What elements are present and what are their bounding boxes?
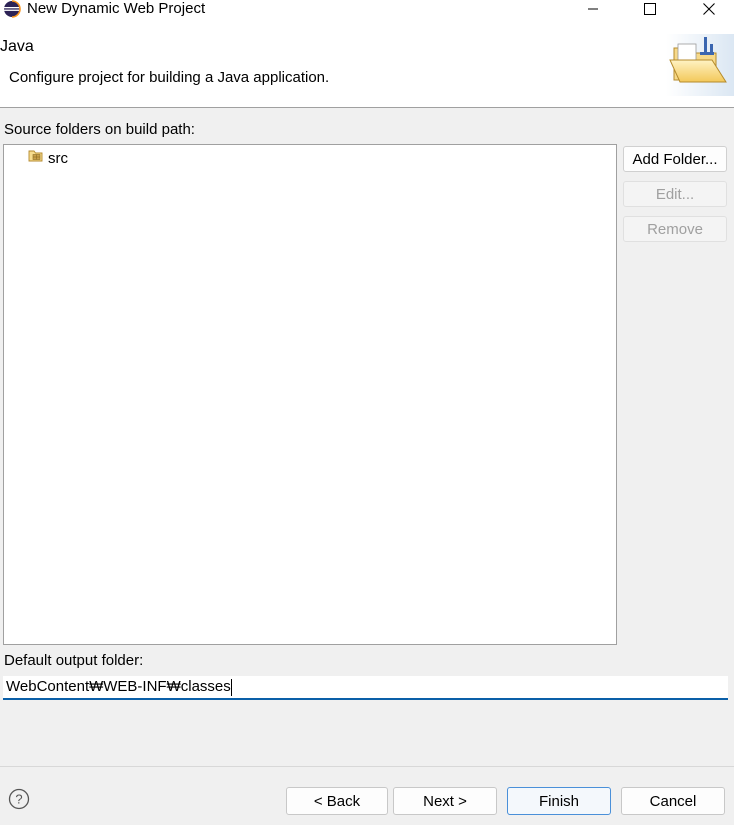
source-folders-label: Source folders on build path:: [4, 121, 195, 138]
java-folder-wizard-icon: [666, 34, 734, 96]
output-folder-field[interactable]: WebContent₩WEB-INF₩classes: [3, 676, 728, 700]
finish-button[interactable]: Finish: [507, 787, 611, 815]
eclipse-icon: [3, 0, 21, 18]
output-folder-label: Default output folder:: [4, 652, 144, 669]
remove-button[interactable]: Remove: [623, 216, 727, 242]
next-button[interactable]: Next >: [393, 787, 497, 815]
maximize-button[interactable]: [630, 0, 670, 20]
svg-text:?: ?: [15, 792, 22, 807]
close-icon: [703, 2, 715, 19]
minimize-icon: [587, 2, 599, 19]
help-icon[interactable]: ?: [8, 788, 30, 810]
tree-item-src[interactable]: src: [28, 149, 68, 167]
maximize-icon: [644, 2, 656, 19]
wizard-header: Java Configure project for building a Ja…: [0, 20, 734, 108]
page-description: Configure project for building a Java ap…: [9, 69, 330, 86]
window-title: New Dynamic Web Project: [27, 0, 206, 17]
title-bar: New Dynamic Web Project: [0, 0, 734, 20]
footer-divider: [0, 766, 734, 767]
cancel-button[interactable]: Cancel: [621, 787, 725, 815]
tree-item-label: src: [48, 149, 68, 167]
page-title: Java: [0, 38, 34, 55]
close-button[interactable]: [689, 0, 729, 20]
back-button[interactable]: < Back: [286, 787, 388, 815]
edit-button[interactable]: Edit...: [623, 181, 727, 207]
add-folder-button[interactable]: Add Folder...: [623, 146, 727, 172]
text-caret: [230, 678, 232, 696]
output-folder-value: WebContent₩WEB-INF₩classes: [6, 678, 231, 695]
package-folder-icon: [28, 149, 44, 167]
source-folders-tree[interactable]: src: [3, 144, 617, 645]
minimize-button[interactable]: [573, 0, 613, 20]
